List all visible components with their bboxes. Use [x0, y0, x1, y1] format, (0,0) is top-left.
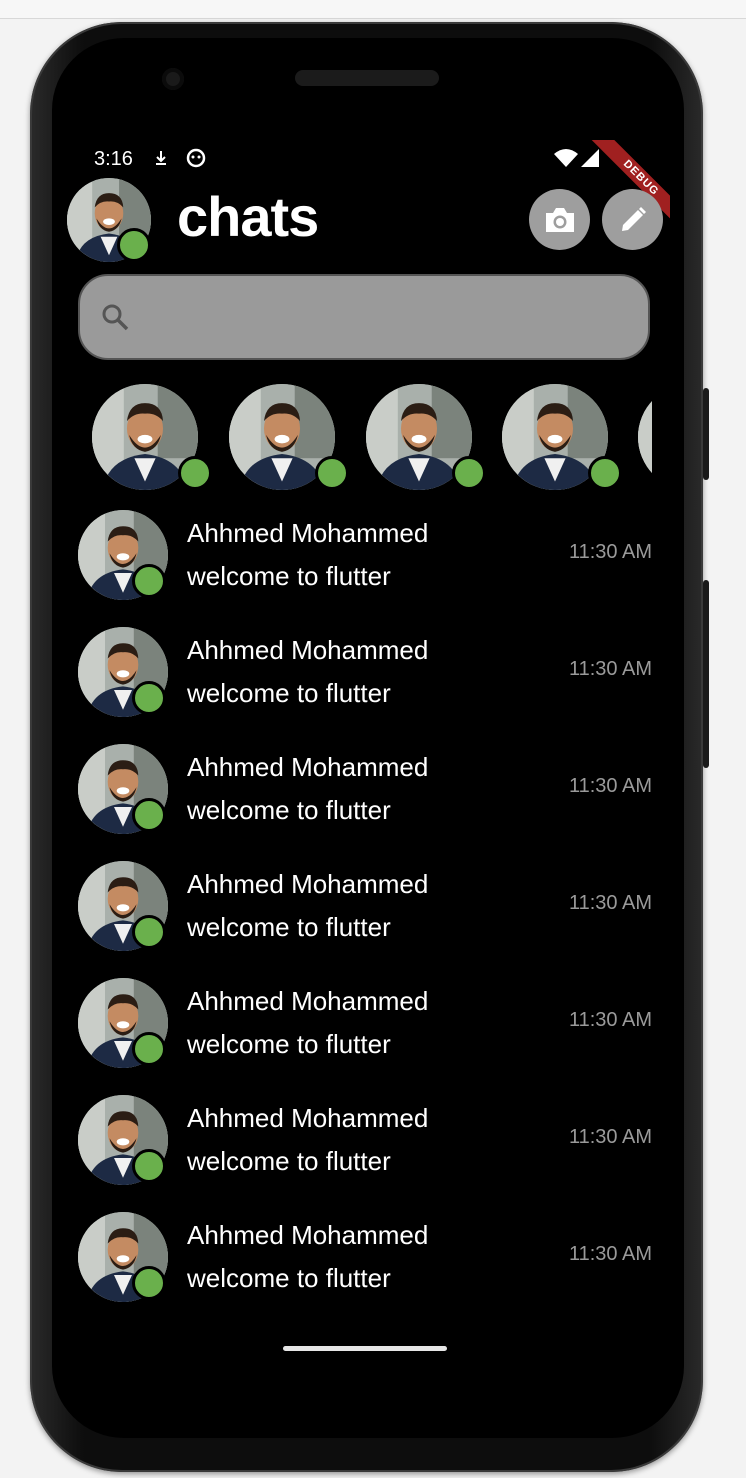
browser-bar: [0, 0, 746, 19]
chat-last-message: welcome to flutter: [187, 678, 391, 708]
wifi-icon: [553, 148, 579, 173]
chat-last-message: welcome to flutter: [187, 795, 391, 825]
story-avatar: [638, 384, 652, 490]
chat-last-message: welcome to flutter: [187, 1263, 391, 1293]
status-time: 3:16: [94, 148, 133, 170]
chat-contact-name: Ahhmed Mohammed: [187, 518, 429, 548]
chat-timestamp: 11:30 AM: [568, 658, 652, 680]
chat-last-message: welcome to flutter: [187, 1146, 391, 1176]
volume-button: [703, 580, 709, 768]
chat-last-message: welcome to flutter: [187, 561, 391, 591]
chat-timestamp: 11:30 AM: [568, 775, 652, 797]
chat-contact-name: Ahhmed Mohammed: [187, 635, 429, 665]
chat-timestamp: 11:30 AM: [568, 541, 652, 563]
download-status-icon: [153, 149, 169, 172]
chat-online-indicator: [132, 1032, 166, 1066]
camera-icon: [545, 207, 574, 232]
person-photo: [638, 384, 652, 490]
stories-row: [78, 380, 652, 500]
search-icon: [102, 304, 129, 331]
chat-online-indicator: [132, 798, 166, 832]
story-item[interactable]: [638, 384, 652, 494]
chat-contact-name: Ahhmed Mohammed: [187, 986, 429, 1016]
chat-timestamp: 11:30 AM: [568, 1243, 652, 1265]
story-item[interactable]: [92, 384, 212, 494]
chat-last-message: welcome to flutter: [187, 912, 391, 942]
chat-contact-name: Ahhmed Mohammed: [187, 752, 429, 782]
story-item[interactable]: [229, 384, 349, 494]
signal-icon: [580, 149, 600, 172]
chat-contact-name: Ahhmed Mohammed: [187, 1103, 429, 1133]
page-title: chats: [177, 185, 319, 248]
app-status-icon: [186, 148, 206, 173]
chat-list-item[interactable]: Ahhmed Mohammed welcome to flutter 11:30…: [78, 1210, 652, 1320]
home-indicator[interactable]: [283, 1346, 447, 1351]
chat-timestamp: 11:30 AM: [568, 1126, 652, 1148]
story-online-indicator: [315, 456, 349, 490]
profile-online-indicator: [117, 228, 151, 262]
camera-button[interactable]: [529, 189, 590, 250]
chat-online-indicator: [132, 681, 166, 715]
chat-timestamp: 11:30 AM: [568, 892, 652, 914]
story-online-indicator: [452, 456, 486, 490]
edit-icon: [621, 206, 646, 231]
story-online-indicator: [178, 456, 212, 490]
chat-online-indicator: [132, 915, 166, 949]
chat-list-item[interactable]: Ahhmed Mohammed welcome to flutter 11:30…: [78, 625, 652, 735]
search-input[interactable]: [140, 296, 634, 342]
chat-contact-name: Ahhmed Mohammed: [187, 869, 429, 899]
chat-list-item[interactable]: Ahhmed Mohammed welcome to flutter 11:30…: [78, 508, 652, 618]
chat-timestamp: 11:30 AM: [568, 1009, 652, 1031]
power-button: [703, 388, 709, 480]
story-online-indicator: [588, 456, 622, 490]
chat-list-item[interactable]: Ahhmed Mohammed welcome to flutter 11:30…: [78, 1093, 652, 1203]
chat-contact-name: Ahhmed Mohammed: [187, 1220, 429, 1250]
chat-online-indicator: [132, 564, 166, 598]
earpiece-speaker: [295, 70, 439, 86]
chat-online-indicator: [132, 1266, 166, 1300]
chat-last-message: welcome to flutter: [187, 1029, 391, 1059]
story-item[interactable]: [502, 384, 622, 494]
compose-button[interactable]: [602, 189, 663, 250]
chat-list-item[interactable]: Ahhmed Mohammed welcome to flutter 11:30…: [78, 859, 652, 969]
story-item[interactable]: [366, 384, 486, 494]
chat-list-item[interactable]: Ahhmed Mohammed welcome to flutter 11:30…: [78, 742, 652, 852]
chat-online-indicator: [132, 1149, 166, 1183]
search-bar[interactable]: [78, 274, 650, 360]
front-camera: [162, 68, 184, 90]
chat-list-item[interactable]: Ahhmed Mohammed welcome to flutter 11:30…: [78, 976, 652, 1086]
